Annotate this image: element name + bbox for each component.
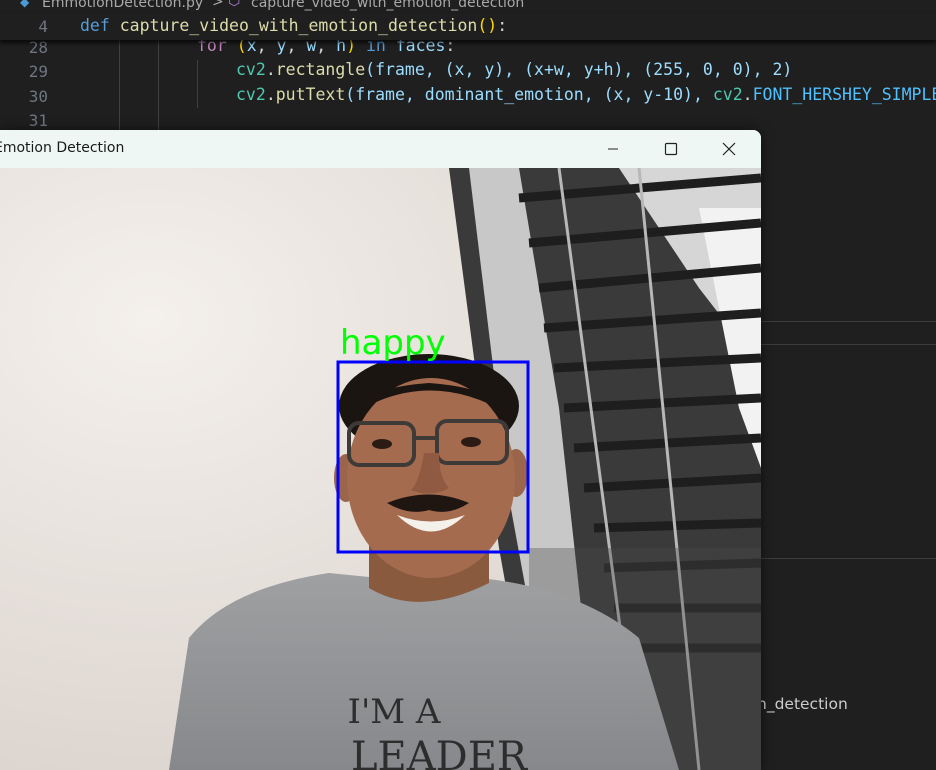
parens: () xyxy=(477,16,498,35)
line-number: 28 xyxy=(28,38,48,57)
webcam-frame: I'M A LEADER happy xyxy=(0,168,761,770)
maximize-button[interactable] xyxy=(642,130,700,168)
breadcrumb-file[interactable]: EmmotionDetection.py xyxy=(42,0,203,10)
breadcrumb-symbol[interactable]: capture_video_with_emotion_detection xyxy=(251,0,524,10)
breadcrumb: ◆ EmmotionDetection.py > ⬡ capture_video… xyxy=(0,0,936,14)
window-titlebar[interactable]: Emotion Detection xyxy=(0,130,761,168)
panel-divider xyxy=(760,558,936,559)
indent-guide xyxy=(158,40,159,130)
arguments: (frame, dominant_emotion, (x, y-10), xyxy=(345,85,713,104)
webcam-image: I'M A LEADER happy xyxy=(0,168,761,770)
method: putText xyxy=(275,85,346,104)
method: rectangle xyxy=(275,60,366,79)
close-icon xyxy=(722,142,736,156)
emotion-detection-window[interactable]: Emotion Detection I'M A LEADER happy xyxy=(0,130,761,770)
maximize-icon xyxy=(664,142,678,156)
emotion-label: happy xyxy=(340,323,446,363)
indent-guide xyxy=(197,60,198,108)
code-line-30: cv2.putText(frame, dominant_emotion, (x,… xyxy=(236,85,936,104)
window-title: Emotion Detection xyxy=(0,140,125,156)
shirt-text-line1: I'M A xyxy=(348,692,441,732)
module: cv2 xyxy=(712,85,743,104)
breadcrumb-separator: > xyxy=(212,0,224,10)
dot: . xyxy=(265,60,276,79)
python-file-icon: ◆ xyxy=(20,0,30,9)
line-number: 31 xyxy=(28,111,48,130)
sticky-scroll-header[interactable]: 4 def capture_video_with_emotion_detecti… xyxy=(0,14,936,40)
keyword: def xyxy=(80,16,110,35)
constant: FONT_HERSHEY_SIMPLEX xyxy=(752,85,936,104)
code-line-29: cv2.rectangle(frame, (x, y), (x+w, y+h),… xyxy=(236,60,792,79)
shirt-text-line2: LEADER xyxy=(351,734,529,770)
method-cube-icon: ⬡ xyxy=(228,0,241,9)
minimize-icon xyxy=(608,148,618,150)
code-line-4: def capture_video_with_emotion_detection… xyxy=(80,16,507,35)
dot: . xyxy=(742,85,753,104)
line-number: 4 xyxy=(38,17,48,36)
module: cv2 xyxy=(236,85,266,104)
panel-text: n_detection xyxy=(757,695,848,713)
arguments: (frame, (x, y), (x+w, y+h), (255, 0, 0),… xyxy=(365,60,793,79)
line-number: 29 xyxy=(28,62,48,81)
panel-divider xyxy=(760,321,936,322)
minimize-button[interactable] xyxy=(584,130,642,168)
panel-divider xyxy=(760,344,936,345)
function-name: capture_video_with_emotion_detection xyxy=(119,16,478,35)
dot: . xyxy=(265,85,276,104)
colon: : xyxy=(497,16,508,35)
close-button[interactable] xyxy=(700,130,758,168)
module: cv2 xyxy=(236,60,266,79)
line-number: 30 xyxy=(28,87,48,106)
indent-guide xyxy=(119,40,120,130)
